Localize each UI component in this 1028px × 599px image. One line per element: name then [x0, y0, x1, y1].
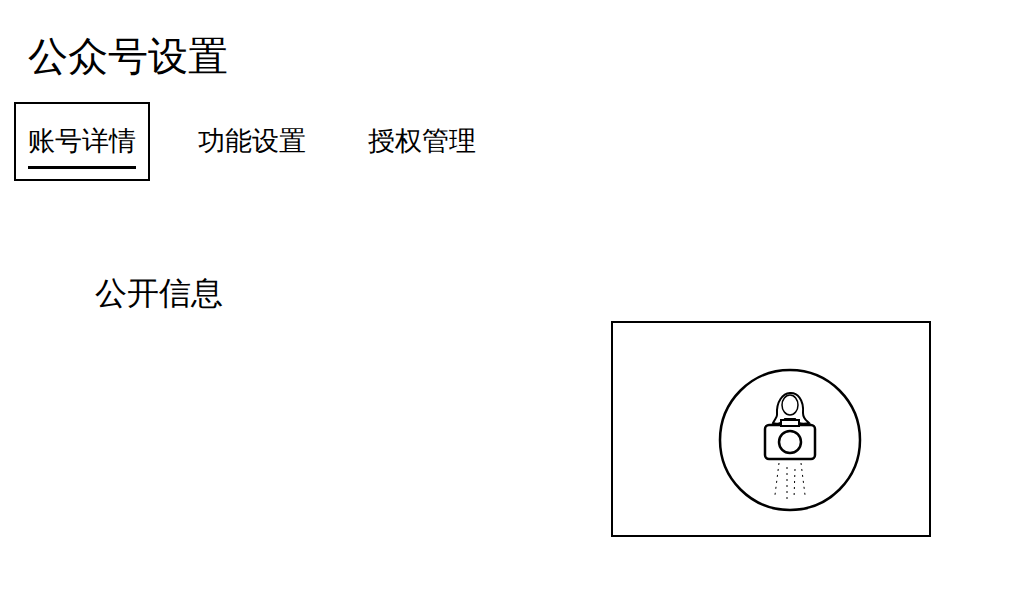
tab[interactable]: 账号详情: [14, 102, 150, 181]
avatar-icon: [717, 367, 863, 513]
public-info-section: 公开信息: [14, 273, 1028, 537]
page-title: 公众号设置: [28, 30, 1028, 82]
tab-bar: 账号详情 功能设置 授权管理: [14, 102, 1028, 181]
tab-label[interactable]: 功能设置: [198, 124, 306, 169]
tab-label[interactable]: 授权管理: [368, 124, 476, 169]
tab[interactable]: 授权管理: [354, 102, 490, 181]
avatar-box[interactable]: [611, 321, 931, 537]
tab-label[interactable]: 账号详情: [28, 124, 136, 169]
tab[interactable]: 功能设置: [184, 102, 320, 181]
settings-page: 公众号设置 账号详情 功能设置 授权管理 公开信息: [0, 0, 1028, 599]
section-heading: 公开信息: [95, 273, 223, 313]
